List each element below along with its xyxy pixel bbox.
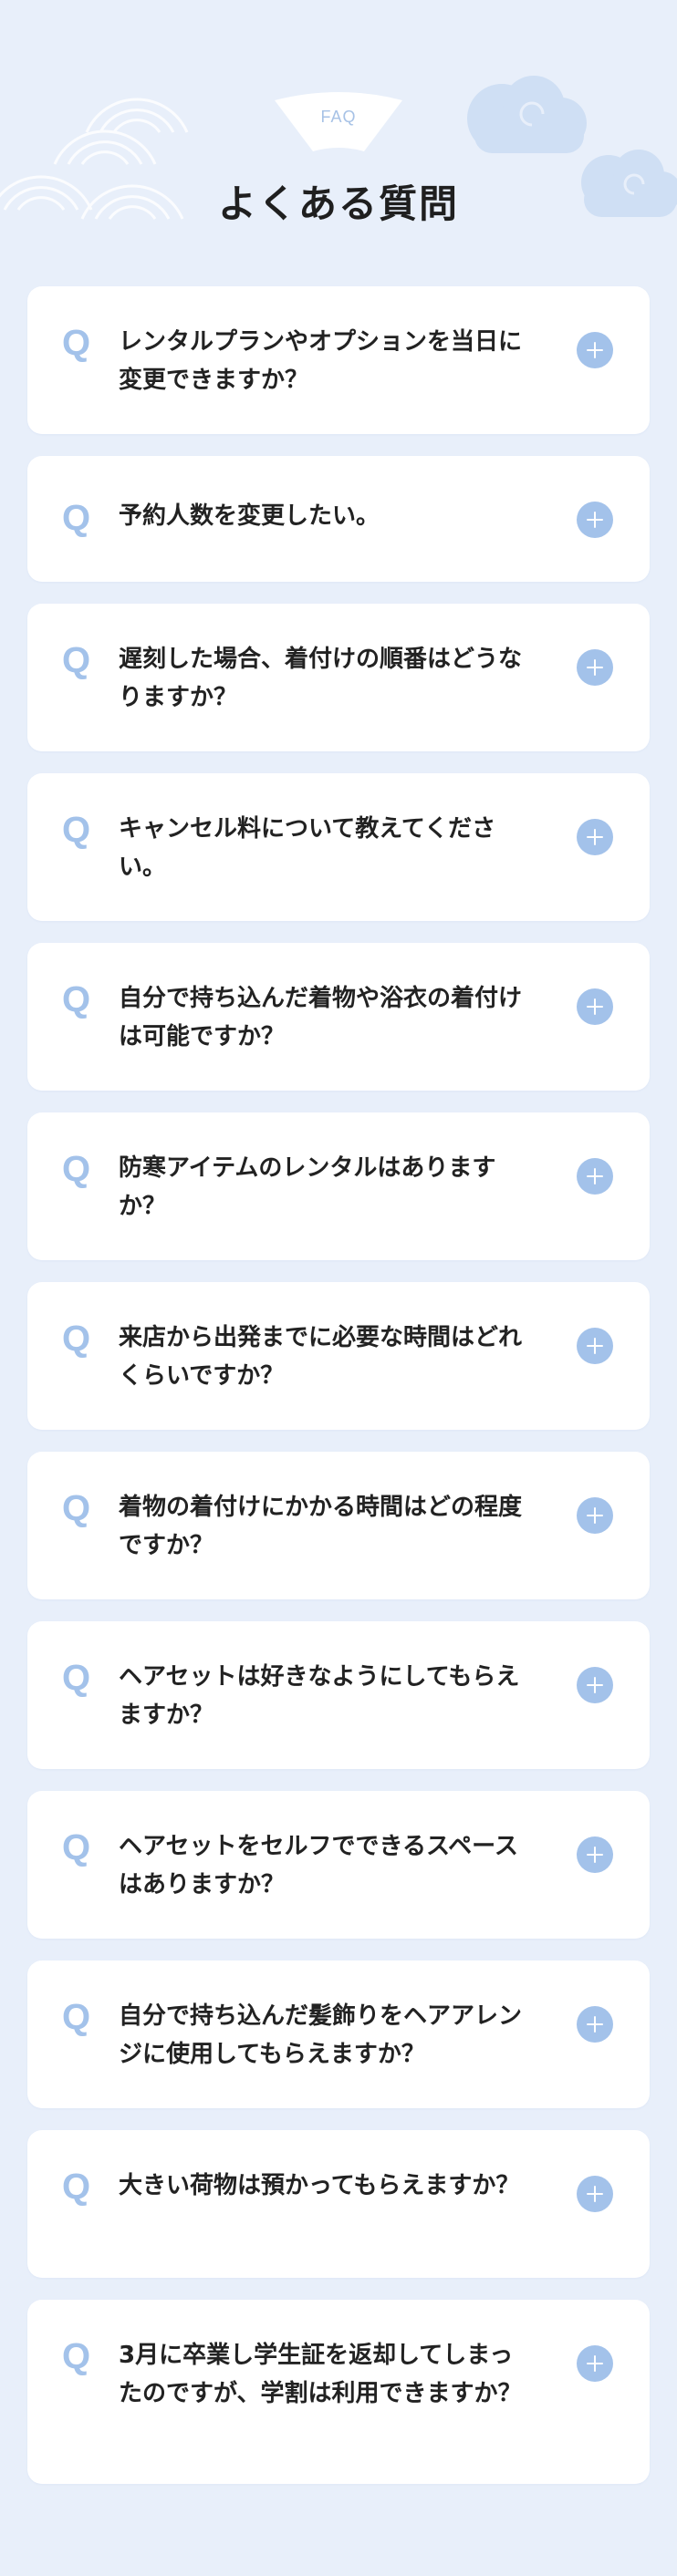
faq-question: 防寒アイテムのレンタルはありますか？ [119, 1154, 496, 1220]
faq-question: 自分で持ち込んだ髪飾りをヘアアレンジに使用してもらえますか？ [119, 2002, 523, 2068]
faq-item[interactable]: Q レンタルプランやオプションを当日に変更できますか？ [27, 286, 650, 434]
faq-item[interactable]: Q 着物の着付けにかかる時間はどの程度ですか？ [27, 1452, 650, 1599]
faq-badge: FAQ [275, 91, 402, 151]
plus-icon[interactable] [577, 2345, 613, 2382]
plus-icon[interactable] [577, 332, 613, 368]
faq-item[interactable]: Q 大きい荷物は預かってもらえますか？ [27, 2130, 650, 2278]
plus-icon[interactable] [577, 2176, 613, 2212]
faq-page: FAQ よくある質問 Q レンタルプランやオプションを当日に変更できますか？ Q… [0, 0, 677, 2576]
question-icon: Q [62, 1997, 91, 2037]
faq-item[interactable]: Q 遅刻した場合、着付けの順番はどうなりますか？ [27, 604, 650, 751]
question-icon: Q [62, 810, 91, 850]
plus-icon[interactable] [577, 1836, 613, 1873]
plus-icon[interactable] [577, 649, 613, 686]
plus-icon[interactable] [577, 502, 613, 538]
faq-question: レンタルプランやオプションを当日に変更できますか？ [119, 328, 523, 394]
plus-icon[interactable] [577, 1497, 613, 1534]
question-icon: Q [62, 1488, 91, 1528]
faq-item[interactable]: Q 自分で持ち込んだ着物や浴衣の着付けは可能ですか？ [27, 943, 650, 1091]
plus-icon[interactable] [577, 1328, 613, 1364]
faq-badge-label: FAQ [320, 108, 357, 126]
faq-item[interactable]: Q 来店から出発までに必要な時間はどれくらいですか？ [27, 1282, 650, 1430]
faq-item[interactable]: Q 3月に卒業し学生証を返却してしまったのですが、学割は利用できますか？ [27, 2300, 650, 2484]
faq-question: 来店から出発までに必要な時間はどれくらいですか？ [119, 1324, 523, 1390]
question-icon: Q [62, 2167, 91, 2207]
question-icon: Q [62, 979, 91, 1019]
faq-list: Q レンタルプランやオプションを当日に変更できますか？ Q 予約人数を変更したい… [27, 286, 650, 2506]
question-icon: Q [62, 1149, 91, 1189]
plus-icon[interactable] [577, 819, 613, 855]
faq-question: 予約人数を変更したい。 [119, 502, 380, 530]
faq-question: ヘアセットは好きなようにしてもらえますか？ [119, 1663, 520, 1729]
page-title: よくある質問 [217, 181, 459, 226]
plus-icon[interactable] [577, 1158, 613, 1195]
question-icon: Q [62, 640, 91, 680]
faq-item[interactable]: Q 防寒アイテムのレンタルはありますか？ [27, 1112, 650, 1260]
faq-question: 遅刻した場合、着付けの順番はどうなりますか？ [119, 646, 523, 711]
faq-question: 着物の着付けにかかる時間はどの程度ですか？ [119, 1494, 523, 1559]
faq-question: 大きい荷物は預かってもらえますか？ [119, 2172, 520, 2199]
faq-question: ヘアセットをセルフでできるスペースはありますか？ [119, 1833, 518, 1898]
question-icon: Q [62, 1827, 91, 1867]
faq-question: 自分で持ち込んだ着物や浴衣の着付けは可能ですか？ [119, 985, 523, 1050]
question-icon: Q [62, 498, 91, 538]
question-icon: Q [62, 1319, 91, 1359]
faq-item[interactable]: Q キャンセル料について教えてください。 [27, 773, 650, 921]
faq-item[interactable]: Q ヘアセットは好きなようにしてもらえますか？ [27, 1621, 650, 1769]
plus-icon[interactable] [577, 988, 613, 1025]
faq-question: キャンセル料について教えてください。 [119, 815, 496, 881]
faq-item[interactable]: Q ヘアセットをセルフでできるスペースはありますか？ [27, 1791, 650, 1939]
plus-icon[interactable] [577, 1667, 613, 1703]
faq-question: 3月に卒業し学生証を返却してしまったのですが、学割は利用できますか？ [119, 2342, 522, 2407]
faq-header: FAQ よくある質問 [0, 91, 677, 228]
faq-item[interactable]: Q 予約人数を変更したい。 [27, 456, 650, 582]
question-icon: Q [62, 323, 91, 363]
question-icon: Q [62, 1658, 91, 1698]
question-icon: Q [62, 2336, 91, 2376]
plus-icon[interactable] [577, 2006, 613, 2043]
faq-item[interactable]: Q 自分で持ち込んだ髪飾りをヘアアレンジに使用してもらえますか？ [27, 1960, 650, 2108]
